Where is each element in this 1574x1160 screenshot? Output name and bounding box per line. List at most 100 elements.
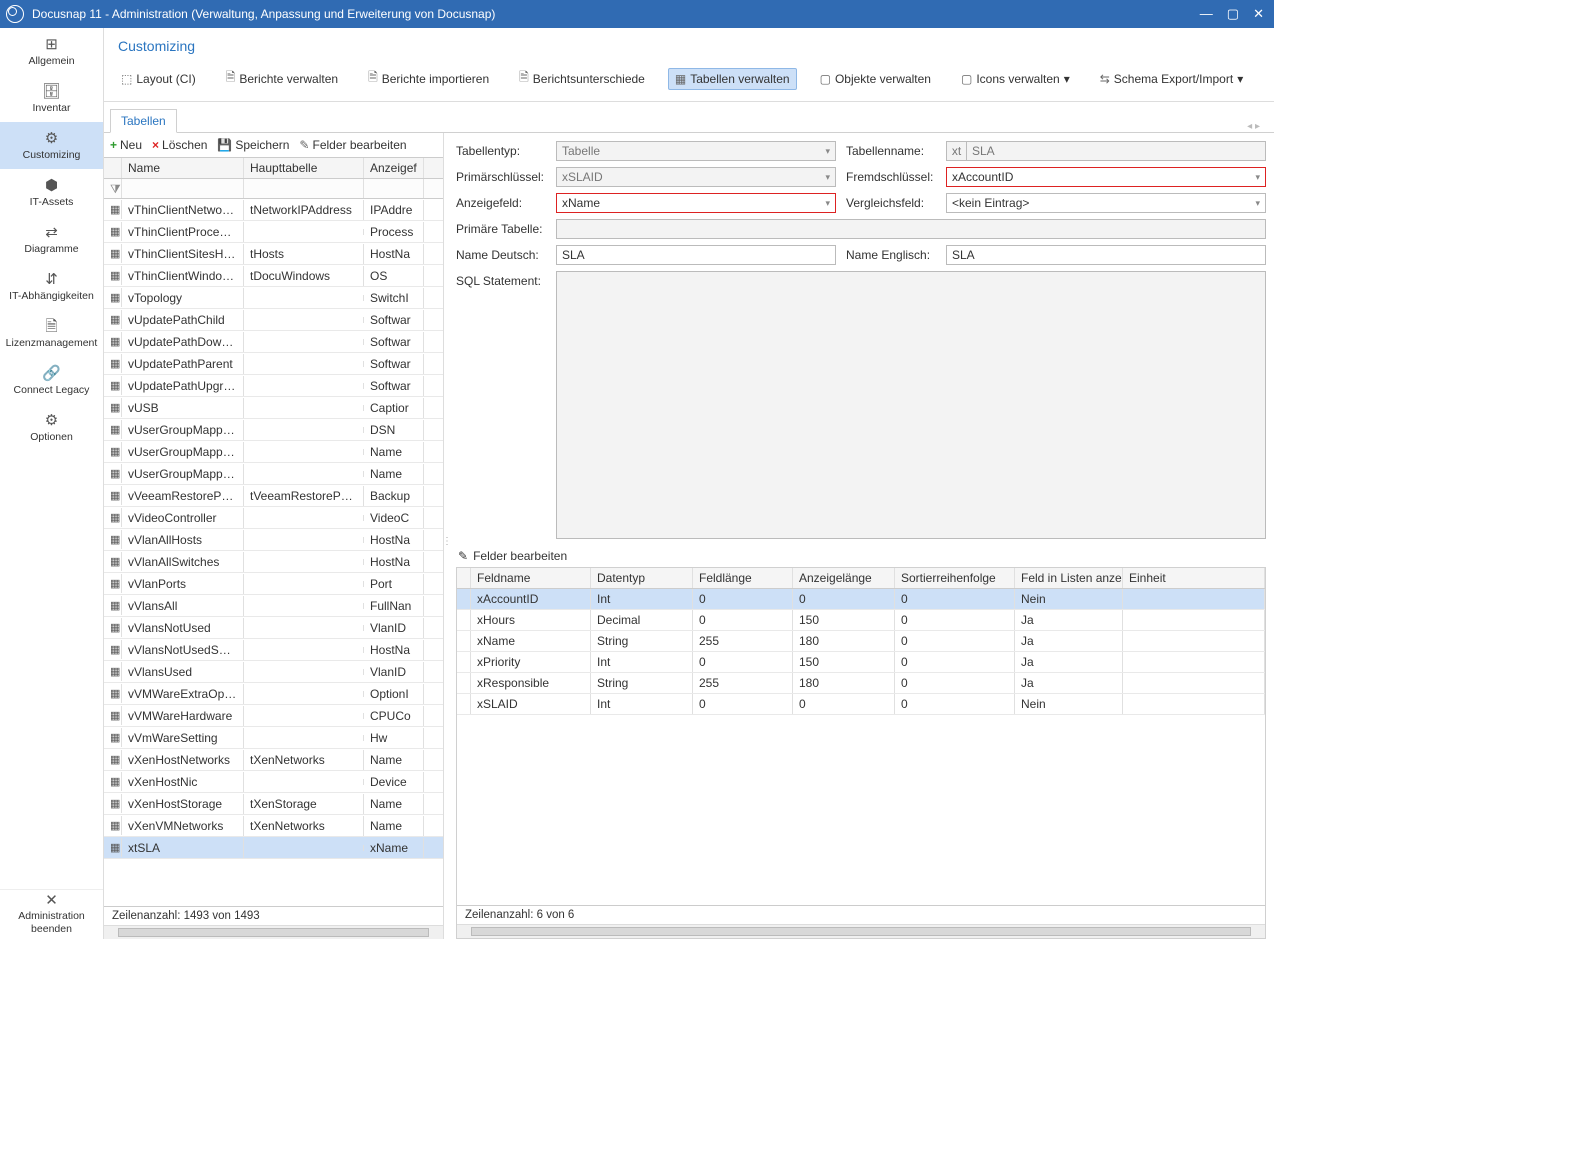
app-logo-icon xyxy=(6,5,24,23)
sidebar-item-inventar[interactable]: 🗄Inventar xyxy=(0,75,103,122)
table-row[interactable]: ▦vVlansNotUsedSwitchesHostNa xyxy=(104,639,443,661)
table-row[interactable]: ▦vThinClientWindowsDo...tDocuWindowsOS xyxy=(104,265,443,287)
table-row[interactable]: ▦vVlanPortsPort xyxy=(104,573,443,595)
lbl-en: Name Englisch: xyxy=(846,248,936,262)
table-icon: ▦ xyxy=(104,310,122,329)
splitter[interactable] xyxy=(444,133,448,939)
sidebar-item-diagramme[interactable]: ⇄Diagramme xyxy=(0,216,103,263)
sidebar-item-customizing[interactable]: ⚙Customizing xyxy=(0,122,103,169)
table-row[interactable]: ▦vUserGroupMappingD...DSN xyxy=(104,419,443,441)
chevron-down-icon: ▾ xyxy=(1251,198,1260,209)
table-row[interactable]: ▦vThinClientProcessorProcess xyxy=(104,221,443,243)
col-name[interactable]: Name xyxy=(122,158,244,178)
table-icon: ▦ xyxy=(104,486,122,505)
table-row[interactable]: ▦vXenHostStoragetXenStorageName xyxy=(104,793,443,815)
table-row[interactable]: ▦vXenHostNetworkstXenNetworksName xyxy=(104,749,443,771)
chevron-down-icon: ▾ xyxy=(1251,172,1260,183)
type-select[interactable]: Tabelle▾ xyxy=(556,141,836,161)
field-row[interactable]: xSLAIDInt000Nein xyxy=(457,694,1265,715)
delete-button[interactable]: ×Löschen xyxy=(152,138,207,152)
sidebar-close[interactable]: ✕ Administration beenden xyxy=(0,889,103,939)
disp-select[interactable]: xName▾ xyxy=(556,193,836,213)
table-row[interactable]: ▦vVideoControllerVideoC xyxy=(104,507,443,529)
filter-row[interactable]: ⧩ xyxy=(104,179,443,199)
fk-select[interactable]: xAccountID▾ xyxy=(946,167,1266,187)
col-main[interactable]: Haupttabelle xyxy=(244,158,364,178)
table-row[interactable]: ▦vUpdatePathChildSoftwar xyxy=(104,309,443,331)
table-row[interactable]: ▦vUSBCaptior xyxy=(104,397,443,419)
table-row[interactable]: ▦vTopologySwitchI xyxy=(104,287,443,309)
table-row[interactable]: ▦vUserGroupMappingsName xyxy=(104,441,443,463)
maximize-button[interactable]: ▢ xyxy=(1227,6,1239,22)
table-row[interactable]: ▦vThinClientSitesHoststHostsHostNa xyxy=(104,243,443,265)
table-row[interactable]: ▦vVlanAllHostsHostNa xyxy=(104,529,443,551)
toolbar-berichte-importieren[interactable]: 🗎Berichte importieren xyxy=(361,64,496,93)
cmp-select[interactable]: <kein Eintrag>▾ xyxy=(946,193,1266,213)
field-row[interactable]: xResponsibleString2551800Ja xyxy=(457,673,1265,694)
pk-select[interactable]: xSLAID▾ xyxy=(556,167,836,187)
table-row[interactable]: ▦xtSLAxName xyxy=(104,837,443,859)
table-row[interactable]: ▦vVlansNotUsedVlanID xyxy=(104,617,443,639)
toolbar-schema-export-import[interactable]: ⇆Schema Export/Import ▾ xyxy=(1093,68,1250,90)
toolbar-objekte-verwalten[interactable]: ▢Objekte verwalten xyxy=(813,68,938,90)
col-disp[interactable]: Anzeigef xyxy=(364,158,424,178)
tab-nav[interactable]: ◂ ▸ xyxy=(1247,121,1268,132)
sidebar-item-allgemein[interactable]: ⊞Allgemein xyxy=(0,28,103,75)
table-row[interactable]: ▦vVMWareHardwareCPUCo xyxy=(104,705,443,727)
table-row[interactable]: ▦vVlansAllFullNan xyxy=(104,595,443,617)
fields-footer: Zeilenanzahl: 6 von 6 xyxy=(457,905,1265,924)
table-row[interactable]: ▦vUpdatePathUpgradeSoftwar xyxy=(104,375,443,397)
field-row[interactable]: xPriorityInt01500Ja xyxy=(457,652,1265,673)
sidebar-item-it-assets[interactable]: ⬢IT-Assets xyxy=(0,169,103,216)
tables-body[interactable]: ▦vThinClientNetworkIPtNetworkIPAddressIP… xyxy=(104,199,443,906)
save-button[interactable]: 💾Speichern xyxy=(217,138,289,152)
field-row[interactable]: xNameString2551800Ja xyxy=(457,631,1265,652)
table-row[interactable]: ▦vUserGroupMappingsF...Name xyxy=(104,463,443,485)
h-scrollbar[interactable] xyxy=(104,925,443,939)
table-icon: ▦ xyxy=(104,838,122,857)
new-button[interactable]: +Neu xyxy=(110,138,142,152)
tablename-field[interactable]: xtSLA xyxy=(946,141,1266,161)
h-scrollbar[interactable] xyxy=(457,924,1265,938)
minimize-button[interactable]: — xyxy=(1200,6,1213,22)
sidebar-icon: ⬢ xyxy=(45,178,58,193)
sql-textarea[interactable] xyxy=(556,271,1266,539)
toolbar-tabellen-verwalten[interactable]: ▦Tabellen verwalten xyxy=(668,68,797,90)
table-row[interactable]: ▦vVlansUsedVlanID xyxy=(104,661,443,683)
table-row[interactable]: ▦vVlanAllSwitchesHostNa xyxy=(104,551,443,573)
chevron-down-icon: ▾ xyxy=(1064,72,1070,86)
table-icon: ▦ xyxy=(104,530,122,549)
name-en-field[interactable]: SLA xyxy=(946,245,1266,265)
sidebar-item-lizenzmanagement[interactable]: 🗎Lizenzmanagement xyxy=(0,310,103,357)
close-button[interactable]: ✕ xyxy=(1253,6,1264,22)
table-row[interactable]: ▦vXenHostNicDevice xyxy=(104,771,443,793)
table-row[interactable]: ▦vVeeamRestorePointtVeeamRestorePointBac… xyxy=(104,485,443,507)
chevron-down-icon: ▾ xyxy=(1237,72,1243,86)
table-row[interactable]: ▦vUpdatePathParentSoftwar xyxy=(104,353,443,375)
edit-fields-button[interactable]: ✎Felder bearbeiten xyxy=(299,138,406,152)
table-icon: ▦ xyxy=(104,728,122,747)
table-row[interactable]: ▦vVMWareExtraOptionsOptionI xyxy=(104,683,443,705)
fields-body[interactable]: xAccountIDInt000NeinxHoursDecimal01500Ja… xyxy=(457,589,1265,905)
field-row[interactable]: xHoursDecimal01500Ja xyxy=(457,610,1265,631)
lbl-sql: SQL Statement: xyxy=(456,271,546,288)
tab-tabellen[interactable]: Tabellen xyxy=(110,109,177,133)
table-row[interactable]: ▦vUpdatePathDowngradeSoftwar xyxy=(104,331,443,353)
table-row[interactable]: ▦vVmWareSettingHw xyxy=(104,727,443,749)
table-row[interactable]: ▦vThinClientNetworkIPtNetworkIPAddressIP… xyxy=(104,199,443,221)
sidebar-icon: 🗄 xyxy=(42,84,61,99)
toolbar-layout-ci-[interactable]: ⬚Layout (CI) xyxy=(114,68,203,90)
sidebar-item-optionen[interactable]: ⚙Optionen xyxy=(0,404,103,451)
field-row[interactable]: xAccountIDInt000Nein xyxy=(457,589,1265,610)
prim-field[interactable] xyxy=(556,219,1266,239)
toolbar-icons-verwalten[interactable]: ▢Icons verwalten ▾ xyxy=(954,68,1077,90)
toolbar-icon: 🗎 xyxy=(368,68,378,89)
table-row[interactable]: ▦vXenVMNetworkstXenNetworksName xyxy=(104,815,443,837)
sidebar-item-connect legacy[interactable]: 🔗Connect Legacy xyxy=(0,357,103,404)
toolbar-berichtsunterschiede[interactable]: 🗎Berichtsunterschiede xyxy=(512,64,652,93)
table-icon: ▦ xyxy=(104,332,122,351)
toolbar-berichte-verwalten[interactable]: 🗎Berichte verwalten xyxy=(219,64,345,93)
name-de-field[interactable]: SLA xyxy=(556,245,836,265)
sidebar-item-it-abhängigkeiten[interactable]: ⇵IT-Abhängigkeiten xyxy=(0,263,103,310)
edit-fields-link[interactable]: ✎ Felder bearbeiten xyxy=(456,541,1266,567)
